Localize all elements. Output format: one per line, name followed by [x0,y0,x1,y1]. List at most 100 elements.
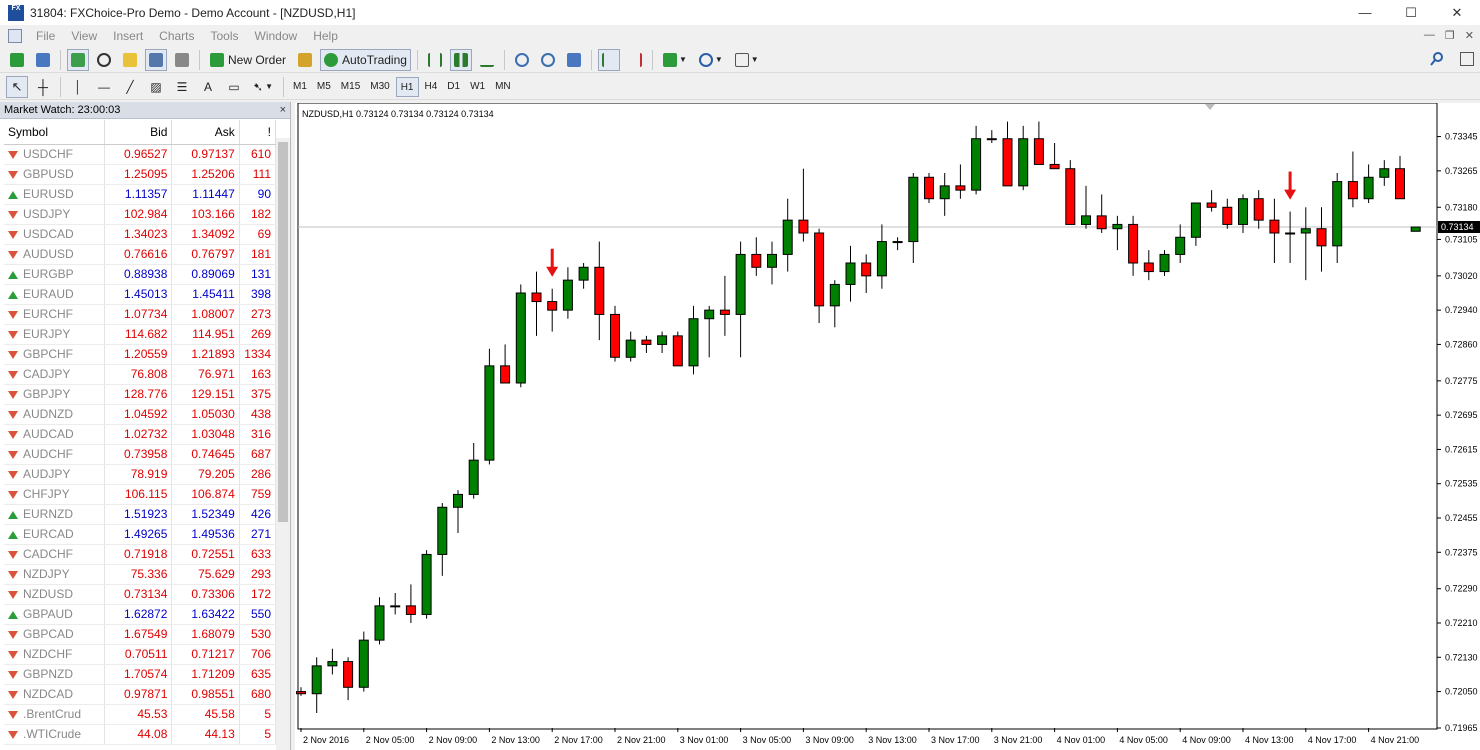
arrows-button[interactable]: ➷ ▼ [249,76,277,98]
table-row[interactable]: .WTICrude 44.08 44.13 5 [4,724,277,745]
table-row[interactable]: GBPCAD 1.67549 1.68079 530 [4,624,277,645]
table-row[interactable]: EURUSD 1.11357 1.11447 90 [4,184,277,205]
templates-button[interactable]: ▼ [731,49,763,71]
table-row[interactable]: EURCHF 1.07734 1.08007 273 [4,304,277,325]
table-row[interactable]: CHFJPY 106.115 106.874 759 [4,484,277,505]
menu-charts[interactable]: Charts [151,25,202,47]
table-row[interactable]: AUDUSD 0.76616 0.76797 181 [4,244,277,265]
table-row[interactable]: EURJPY 114.682 114.951 269 [4,324,277,345]
table-row[interactable]: USDCHF 0.96527 0.97137 610 [4,144,277,165]
table-row[interactable]: USDCAD 1.34023 1.34092 69 [4,224,277,245]
column-ask[interactable]: Ask [171,120,240,145]
vertical-line-button[interactable]: │ [67,76,89,98]
new-chart-button[interactable] [6,49,28,71]
tf-mn[interactable]: MN [491,77,515,97]
y-tick-label: 0.72455 [1445,513,1478,523]
periods-button[interactable]: ▼ [695,49,727,71]
tile-windows-button[interactable] [563,49,585,71]
profiles-button[interactable] [32,49,54,71]
table-row[interactable]: GBPAUD 1.62872 1.63422 550 [4,604,277,625]
tf-m1[interactable]: M1 [289,77,311,97]
cursor-button[interactable]: ↖ [6,75,28,98]
maximize-button[interactable]: ☐ [1388,0,1434,25]
fibonacci-button[interactable]: ☰ [171,76,193,98]
trendline-button[interactable]: ╱ [119,76,141,98]
column-spread[interactable]: ! [239,120,277,145]
menu-help[interactable]: Help [305,25,346,47]
table-row[interactable]: EURNZD 1.51923 1.52349 426 [4,504,277,525]
terminal-button[interactable] [145,48,167,71]
table-row[interactable]: NZDJPY 75.336 75.629 293 [4,564,277,585]
search-icon[interactable] [1430,52,1444,66]
autotrading-button[interactable]: AutoTrading [320,48,411,71]
column-symbol[interactable]: Symbol [4,120,106,145]
table-row[interactable]: EURAUD 1.45013 1.45411 398 [4,284,277,305]
zoom-in-button[interactable] [511,49,533,71]
table-row[interactable]: EURGBP 0.88938 0.89069 131 [4,264,277,285]
zoom-out-button[interactable] [537,49,559,71]
table-row[interactable]: AUDCAD 1.02732 1.03048 316 [4,424,277,445]
candlestick-chart[interactable]: NZDUSD,H1 0.73124 0.73134 0.73124 0.7313… [295,103,1480,750]
table-row[interactable]: NZDCAD 0.97871 0.98551 680 [4,684,277,705]
ask-cell: 1.05030 [171,404,240,425]
options-icon[interactable] [1460,52,1474,66]
table-row[interactable]: AUDCHF 0.73958 0.74645 687 [4,444,277,465]
text-button[interactable]: A [197,76,219,98]
bar-chart-button[interactable] [424,49,446,71]
table-row[interactable]: NZDUSD 0.73134 0.73306 172 [4,584,277,605]
document-icon[interactable] [8,29,22,43]
table-row[interactable]: EURCAD 1.49265 1.49536 271 [4,524,277,545]
tf-h4[interactable]: H4 [421,77,442,97]
tf-h1[interactable]: H1 [395,76,419,97]
table-row[interactable]: GBPJPY 128.776 129.151 375 [4,384,277,405]
market-watch-scrollbar[interactable] [276,138,290,750]
minimize-button[interactable]: — [1342,0,1388,25]
table-row[interactable]: GBPCHF 1.20559 1.21893 1334 [4,344,277,365]
table-row[interactable]: CADCHF 0.71918 0.72551 633 [4,544,277,565]
menu-window[interactable]: Window [247,25,306,47]
candle-body [531,292,542,303]
text-label-button[interactable]: ▭ [223,76,245,98]
table-row[interactable]: AUDJPY 78.919 79.205 286 [4,464,277,485]
navigator-button[interactable] [119,49,141,71]
crosshair-button[interactable]: ┼ [32,76,54,98]
data-window-button[interactable] [93,49,115,71]
candlestick-button[interactable] [449,48,472,71]
market-watch-button[interactable] [67,48,89,71]
menu-view[interactable]: View [63,25,105,47]
strategy-tester-button[interactable] [171,49,193,71]
meta-editor-button[interactable] [294,49,316,71]
close-button[interactable]: ✕ [1434,0,1480,25]
tf-m15[interactable]: M15 [337,77,364,97]
line-chart-button[interactable] [476,49,498,71]
chart-shift-button[interactable] [624,49,646,71]
column-bid[interactable]: Bid [104,120,173,145]
market-watch-close-button[interactable]: × [280,102,286,119]
menu-file[interactable]: File [28,25,63,47]
tf-m30[interactable]: M30 [366,77,393,97]
tf-d1[interactable]: D1 [443,77,464,97]
scrollbar-thumb[interactable] [278,142,288,522]
table-row[interactable]: GBPNZD 1.70574 1.71209 635 [4,664,277,685]
table-row[interactable]: NZDCHF 0.70511 0.71217 706 [4,644,277,665]
new-order-button[interactable]: New Order [206,49,290,71]
horizontal-line-button[interactable]: — [93,76,115,98]
child-minimize-button[interactable]: — [1424,29,1435,42]
chart-window[interactable]: NZDUSD,H1 0.73124 0.73134 0.73124 0.7313… [295,103,1480,750]
candle-body [390,605,401,608]
child-restore-button[interactable]: ❐ [1445,29,1455,42]
table-row[interactable]: .BrentCrud 45.53 45.58 5 [4,704,277,725]
menu-insert[interactable]: Insert [105,25,151,47]
indicators-button[interactable]: ▼ [659,49,691,71]
crosshair-icon [97,52,111,67]
tf-w1[interactable]: W1 [466,77,489,97]
tf-m5[interactable]: M5 [313,77,335,97]
table-row[interactable]: GBPUSD 1.25095 1.25206 111 [4,164,277,185]
menu-tools[interactable]: Tools [203,25,247,47]
table-row[interactable]: AUDNZD 1.04592 1.05030 438 [4,404,277,425]
child-close-button[interactable]: ✕ [1465,29,1474,42]
equidistant-channel-button[interactable]: ▨ [145,76,167,98]
autoscroll-button[interactable] [597,48,620,71]
table-row[interactable]: USDJPY 102.984 103.166 182 [4,204,277,225]
table-row[interactable]: CADJPY 76.808 76.971 163 [4,364,277,385]
